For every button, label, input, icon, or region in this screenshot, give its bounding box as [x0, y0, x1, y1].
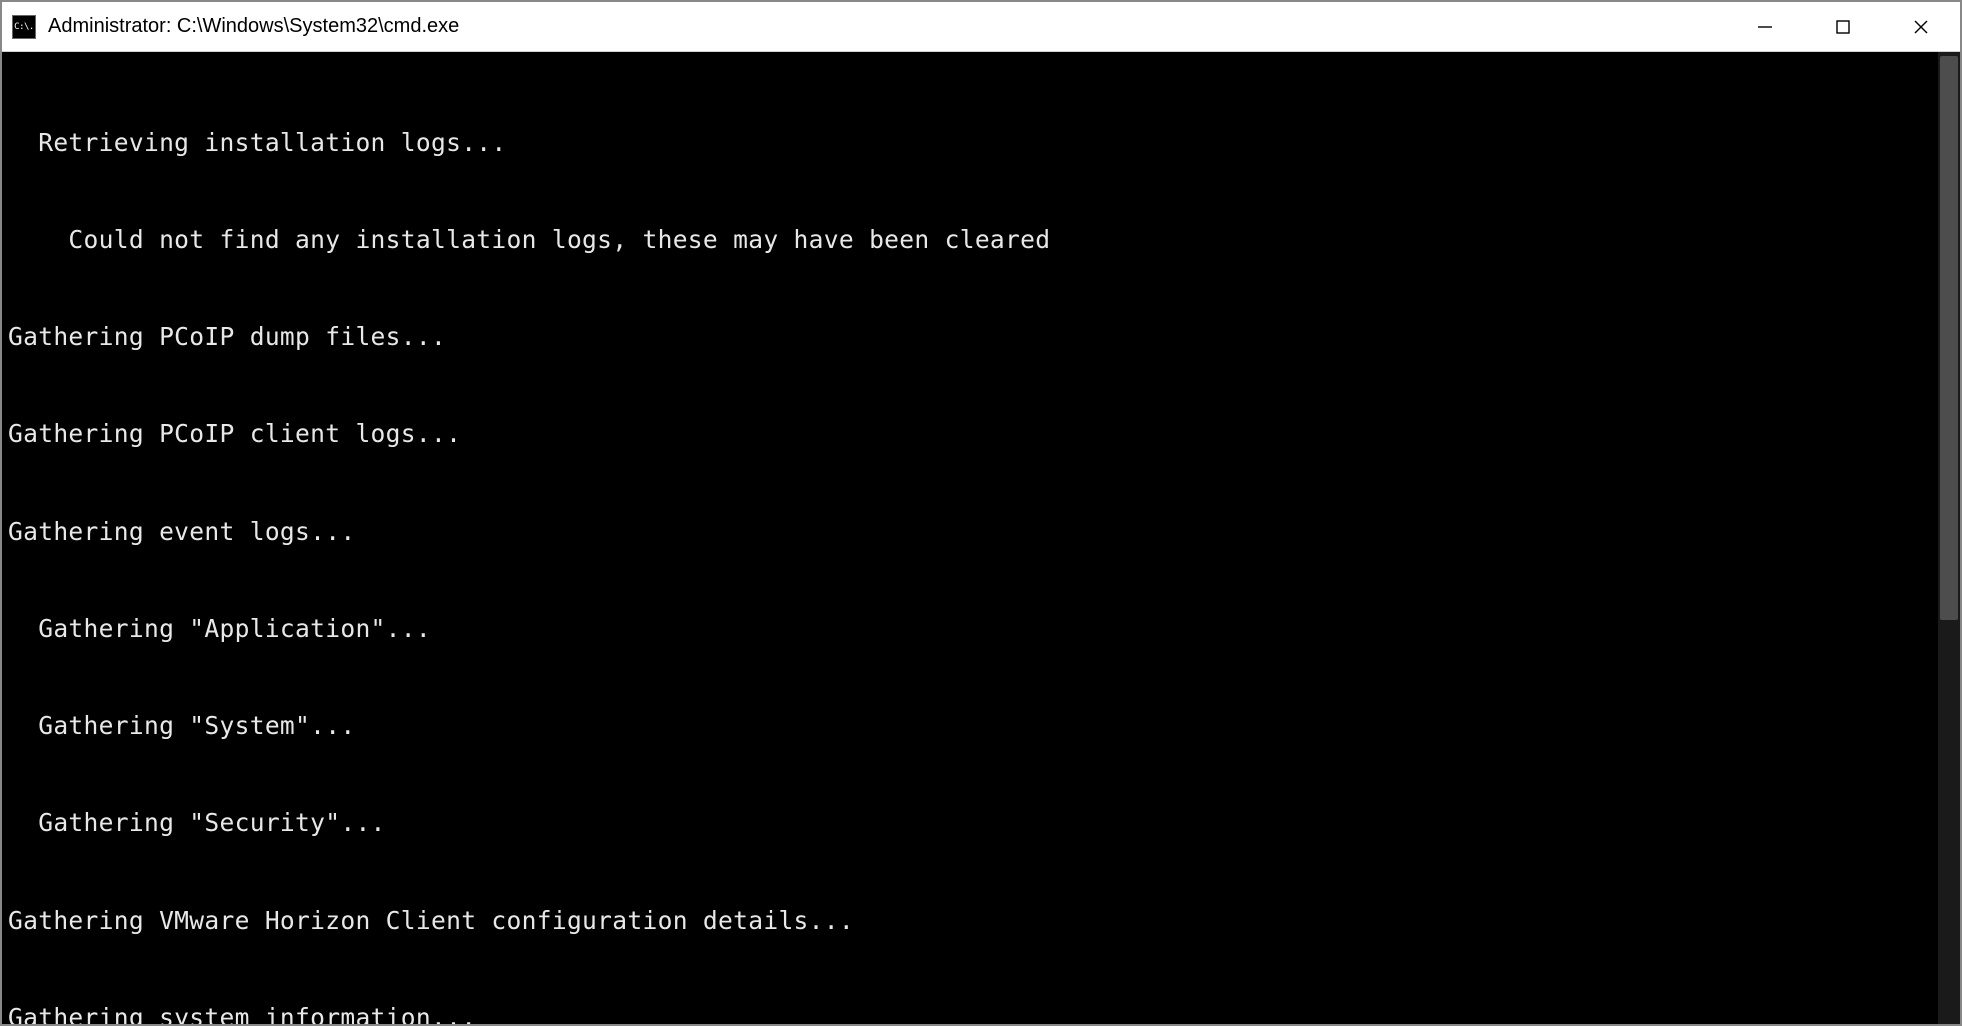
output-line: Gathering system information...	[8, 1002, 1956, 1024]
close-icon	[1913, 19, 1929, 35]
maximize-icon	[1835, 19, 1851, 35]
output-line: Gathering "Application"...	[8, 613, 1956, 645]
minimize-button[interactable]	[1726, 2, 1804, 51]
terminal-output: Retrieving installation logs... Could no…	[8, 62, 1956, 1024]
cmd-icon: C:\.	[12, 15, 36, 39]
window-controls	[1726, 2, 1960, 51]
output-line: Gathering PCoIP client logs...	[8, 418, 1956, 450]
scroll-thumb[interactable]	[1940, 56, 1958, 620]
output-line: Retrieving installation logs...	[8, 127, 1956, 159]
maximize-button[interactable]	[1804, 2, 1882, 51]
vertical-scrollbar[interactable]	[1938, 52, 1960, 1024]
output-line: Could not find any installation logs, th…	[8, 224, 1956, 256]
output-line: Gathering VMware Horizon Client configur…	[8, 905, 1956, 937]
cmd-window: C:\. Administrator: C:\Windows\System32\…	[0, 0, 1962, 1026]
titlebar[interactable]: C:\. Administrator: C:\Windows\System32\…	[2, 2, 1960, 52]
close-button[interactable]	[1882, 2, 1960, 51]
minimize-icon	[1757, 19, 1773, 35]
window-title: Administrator: C:\Windows\System32\cmd.e…	[48, 15, 1726, 38]
output-line: Gathering PCoIP dump files...	[8, 321, 1956, 353]
output-line: Gathering event logs...	[8, 516, 1956, 548]
output-line: Gathering "System"...	[8, 710, 1956, 742]
output-line: Gathering "Security"...	[8, 807, 1956, 839]
terminal-client-area[interactable]: Retrieving installation logs... Could no…	[2, 52, 1960, 1024]
